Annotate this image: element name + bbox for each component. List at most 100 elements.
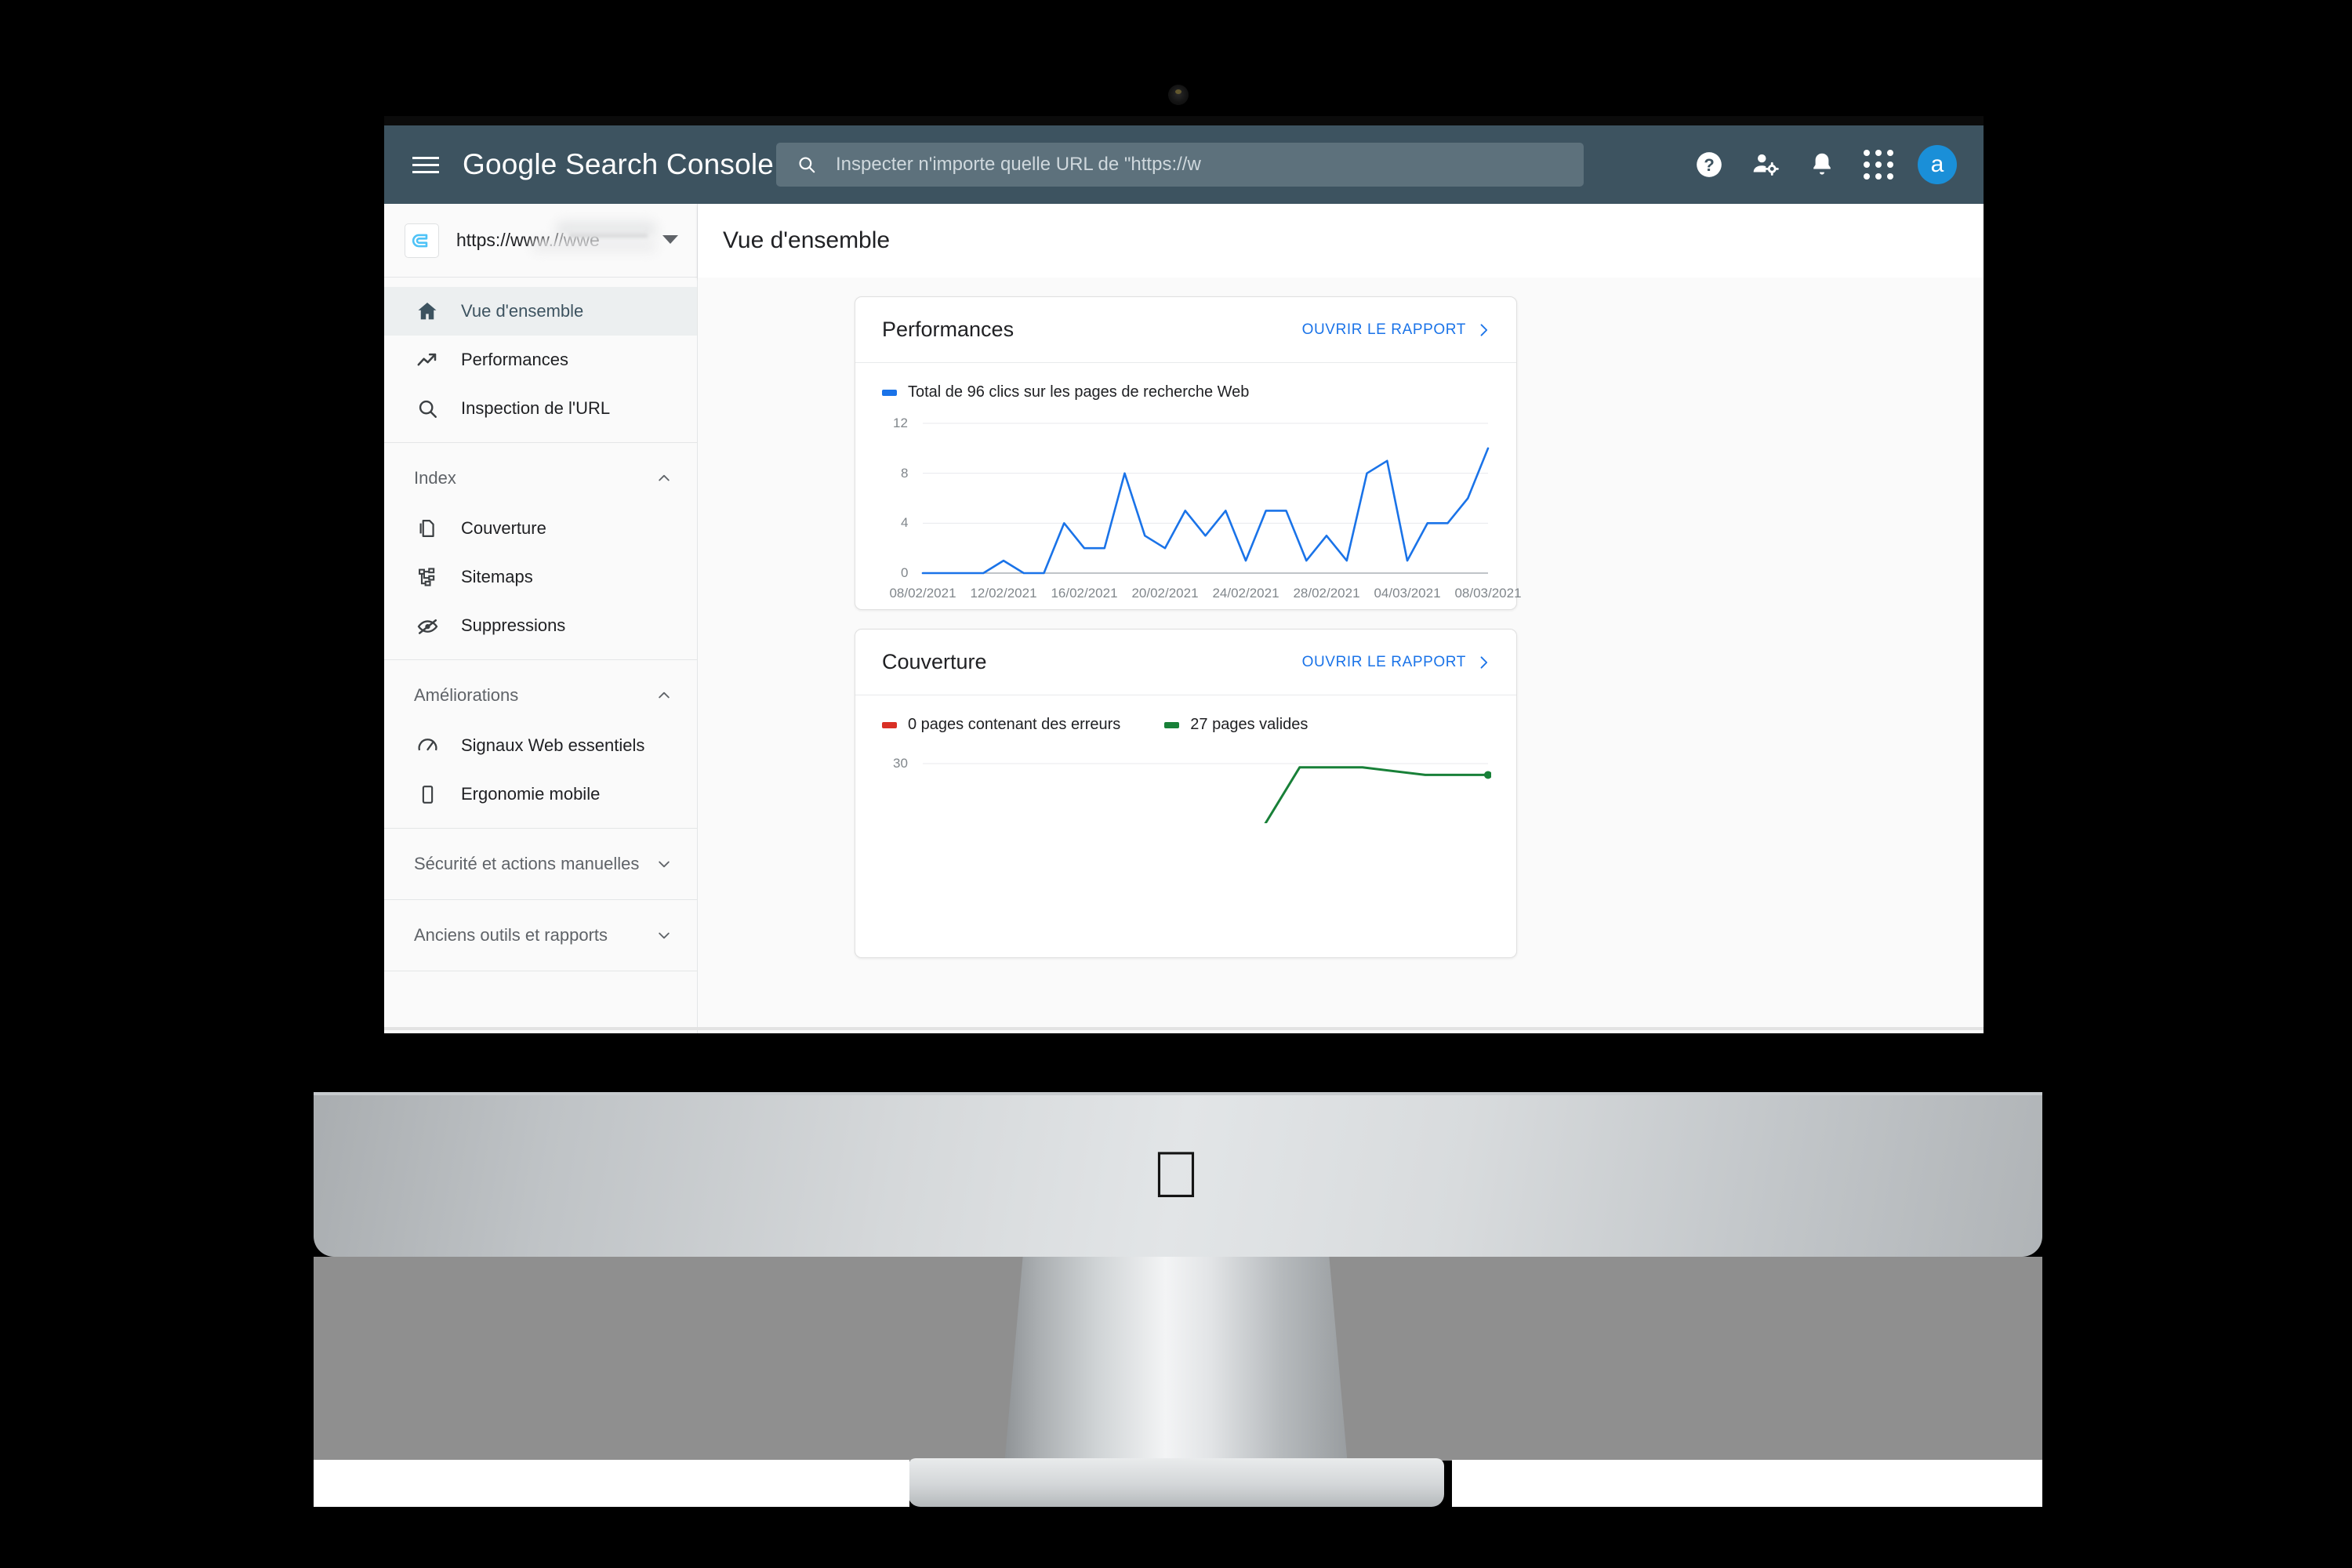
page-title: Vue d'ensemble — [723, 227, 891, 253]
eye-off-icon — [414, 612, 441, 639]
sidebar-primary-group: Vue d'ensemble Performances Inspection d… — [384, 278, 697, 443]
legend-item[interactable]: Total de 96 clics sur les pages de reche… — [882, 383, 1249, 401]
brand-google: Google — [463, 148, 557, 180]
trending-up-icon — [414, 347, 441, 373]
redaction-blur — [569, 234, 648, 238]
legend-color-swatch — [882, 389, 897, 396]
legend-color-swatch — [882, 721, 897, 728]
help-icon[interactable]: ? — [1681, 136, 1737, 193]
sidebar-item-label: Couverture — [461, 518, 546, 538]
sidebar-item-label: Inspection de l'URL — [461, 398, 611, 418]
sidebar-section-title: Anciens outils et rapports — [414, 925, 608, 945]
sidebar-item-ergonomie-mobile[interactable]: Ergonomie mobile — [384, 770, 697, 818]
coverage-card-body: 0 pages contenant des erreurs 27 pages v… — [855, 695, 1516, 823]
x-axis-tick-label: 24/02/2021 — [1212, 586, 1279, 601]
performance-card-body: Total de 96 clics sur les pages de reche… — [855, 363, 1522, 609]
sidebar-section-title: Améliorations — [414, 685, 519, 705]
apple-logo-icon:  — [1146, 1138, 1206, 1210]
screen-bottom-edge — [384, 1027, 1984, 1030]
legend-label: 27 pages valides — [1190, 716, 1308, 733]
hamburger-icon[interactable] — [412, 155, 439, 174]
page-title-bar: Vue d'ensemble — [698, 204, 1984, 278]
legend-label: 0 pages contenant des erreurs — [908, 716, 1121, 733]
y-axis-tick-label: 0 — [901, 565, 909, 580]
chevron-up-icon[interactable] — [656, 688, 672, 703]
bottom-letterbox — [0, 1507, 2352, 1568]
sidebar-section-securite: Sécurité et actions manuelles — [384, 829, 697, 900]
header-icon-group: ? a — [1681, 125, 1963, 204]
property-selector[interactable]: https://www.//wwe — [384, 204, 697, 278]
sidebar-item-vue-densemble[interactable]: Vue d'ensemble — [384, 287, 697, 336]
sidebar-item-label: Performances — [461, 350, 568, 369]
chevron-down-icon[interactable] — [662, 235, 678, 244]
monitor-stand — [1002, 1257, 1350, 1492]
legend-color-swatch — [1164, 721, 1180, 728]
x-axis-tick-label: 28/02/2021 — [1293, 586, 1360, 601]
chevron-up-icon[interactable] — [656, 470, 672, 486]
svg-text:?: ? — [1704, 155, 1715, 175]
sidebar-item-performances[interactable]: Performances — [384, 336, 697, 384]
performance-card: Performances OUVRIR LE RAPPORT Total de … — [855, 296, 1522, 610]
monitor-screen: Google Search Console Inspecter n'import… — [384, 125, 1984, 1033]
chevron-down-icon[interactable] — [656, 927, 672, 943]
legend-label: Total de 96 clics sur les pages de reche… — [908, 383, 1250, 401]
performance-open-report-link[interactable]: OUVRIR LE RAPPORT — [1302, 321, 1491, 339]
coverage-open-report-link[interactable]: OUVRIR LE RAPPORT — [1302, 654, 1491, 671]
sidebar-section-header-securite[interactable]: Sécurité et actions manuelles — [384, 838, 697, 890]
brand-search-console: Search Console — [557, 148, 775, 180]
sidebar-item-signaux-web-essentiels[interactable]: Signaux Web essentiels — [384, 721, 697, 770]
coverage-card-header: Couverture OUVRIR LE RAPPORT — [855, 630, 1516, 695]
mobile-phone-icon — [414, 781, 441, 808]
chevron-right-icon — [1480, 323, 1488, 336]
home-icon — [414, 298, 441, 325]
floor-strip-left — [314, 1460, 909, 1507]
y-axis-tick-label: 4 — [901, 515, 909, 531]
sitemap-icon — [414, 564, 441, 590]
open-report-label: OUVRIR LE RAPPORT — [1301, 653, 1466, 670]
x-axis-tick-label: 16/02/2021 — [1051, 586, 1118, 601]
sidebar-item-label: Sitemaps — [461, 567, 533, 586]
coverage-card-title: Couverture — [882, 650, 987, 673]
coverage-line-chart: 30 — [882, 751, 1491, 823]
notifications-bell-icon[interactable] — [1794, 136, 1850, 193]
redaction-blur — [532, 240, 657, 252]
url-inspection-search[interactable]: Inspecter n'importe quelle URL de "https… — [776, 143, 1584, 187]
search-icon — [799, 157, 815, 173]
y-axis-tick-label: 30 — [893, 756, 908, 771]
main-content: Performances OUVRIR LE RAPPORT Total de … — [698, 278, 1984, 1033]
sidebar-item-couverture[interactable]: Couverture — [384, 504, 697, 553]
sidebar-section-title: Sécurité et actions manuelles — [414, 854, 640, 873]
x-axis-tick-label: 08/03/2021 — [1454, 586, 1522, 601]
chevron-right-icon — [1480, 655, 1488, 669]
screenshot-stage: Google Search Console Inspecter n'import… — [0, 0, 2352, 1568]
monitor-stand-base — [908, 1458, 1444, 1507]
pages-copy-icon — [414, 515, 441, 542]
performance-legend: Total de 96 clics sur les pages de reche… — [882, 383, 1490, 401]
webcam-glint — [1175, 89, 1181, 94]
sidebar-section-title: Index — [414, 468, 456, 488]
monitor-chin-top-edge — [314, 1092, 2042, 1095]
account-settings-icon[interactable] — [1737, 136, 1794, 193]
sidebar-section-anciens-outils: Anciens outils et rapports — [384, 900, 697, 971]
legend-item[interactable]: 27 pages valides — [1164, 716, 1308, 734]
sidebar-section-header-anciens-outils[interactable]: Anciens outils et rapports — [384, 909, 697, 961]
performance-card-title: Performances — [882, 318, 1014, 341]
x-axis-tick-label: 08/02/2021 — [889, 586, 956, 601]
sidebar-section-header-index[interactable]: Index — [384, 452, 697, 504]
performance-line-chart: 0 4 8 12 08/02/2021 12/02/2021 16/02/2021 20/02… — [882, 416, 1521, 609]
chevron-down-icon[interactable] — [656, 856, 672, 872]
sidebar-item-inspection-url[interactable]: Inspection de l'URL — [384, 384, 697, 433]
sidebar-item-suppressions[interactable]: Suppressions — [384, 601, 697, 650]
search-icon — [414, 395, 441, 422]
sidebar-section-header-ameliorations[interactable]: Améliorations — [384, 670, 697, 721]
performance-card-header: Performances OUVRIR LE RAPPORT — [855, 297, 1516, 363]
open-report-label: OUVRIR LE RAPPORT — [1301, 321, 1466, 338]
sidebar-section-index: Index Couverture Sitemaps Suppressions — [384, 443, 697, 660]
legend-item[interactable]: 0 pages contenant des erreurs — [882, 716, 1120, 734]
search-input-placeholder[interactable]: Inspecter n'importe quelle URL de "https… — [836, 154, 1510, 176]
sidebar-item-sitemaps[interactable]: Sitemaps — [384, 553, 697, 601]
app-brand: Google Search Console — [463, 148, 774, 181]
x-axis-tick-label: 12/02/2021 — [970, 586, 1037, 601]
apps-grid-icon[interactable] — [1850, 136, 1907, 193]
avatar[interactable]: a — [1918, 145, 1957, 184]
